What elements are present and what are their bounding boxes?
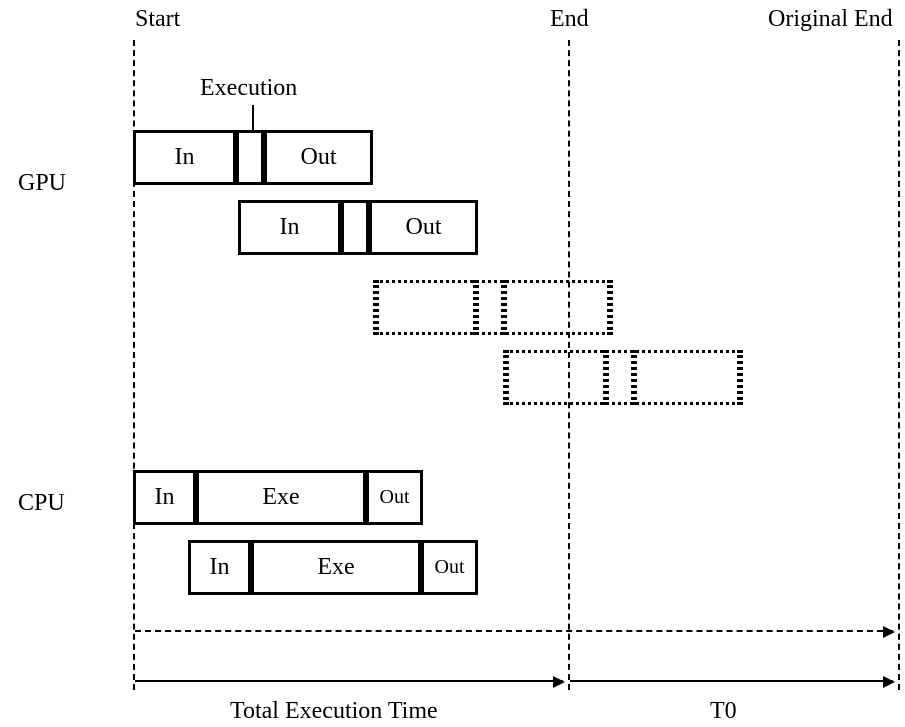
- execution-callout-label: Execution: [200, 75, 297, 102]
- cpu1-in: In: [136, 470, 196, 525]
- gpu3-out: [504, 280, 610, 335]
- gpu4-exec: [606, 350, 634, 405]
- original-end-guideline: [898, 40, 900, 690]
- gpu3-in: [376, 280, 476, 335]
- gpu2-exec: [341, 200, 369, 255]
- cpu2-exe: Exe: [251, 540, 421, 595]
- full-span-arrow: [135, 630, 893, 632]
- gpu4-out: [634, 350, 740, 405]
- total-exec-time-label: Total Execution Time: [230, 698, 438, 725]
- cpu-axis-label: CPU: [18, 490, 65, 517]
- gpu-stream-3-dashed: [373, 280, 613, 335]
- gpu4-in: [506, 350, 606, 405]
- cpu-stream-1: In Exe Out: [133, 470, 423, 525]
- start-label: Start: [135, 6, 180, 33]
- end-label: End: [550, 6, 589, 33]
- t0-arrow: [570, 680, 893, 682]
- cpu2-out: Out: [421, 540, 475, 595]
- total-time-arrow: [135, 680, 563, 682]
- cpu-stream-2: In Exe Out: [188, 540, 478, 595]
- gpu1-out: Out: [264, 130, 370, 185]
- gpu-stream-4-dashed: [503, 350, 743, 405]
- t0-label: T0: [710, 698, 737, 725]
- gpu-stream-2: In Out: [238, 200, 478, 255]
- timing-diagram: Start End Original End Execution GPU CPU…: [0, 0, 905, 727]
- gpu-stream-1: In Out: [133, 130, 373, 185]
- gpu1-in: In: [136, 130, 236, 185]
- original-end-label: Original End: [768, 6, 893, 33]
- gpu2-out: Out: [369, 200, 475, 255]
- gpu2-in: In: [241, 200, 341, 255]
- execution-pointer: [252, 105, 254, 130]
- cpu2-in: In: [191, 540, 251, 595]
- gpu3-exec: [476, 280, 504, 335]
- gpu1-exec: [236, 130, 264, 185]
- cpu1-out: Out: [366, 470, 420, 525]
- gpu-axis-label: GPU: [18, 170, 66, 197]
- cpu1-exe: Exe: [196, 470, 366, 525]
